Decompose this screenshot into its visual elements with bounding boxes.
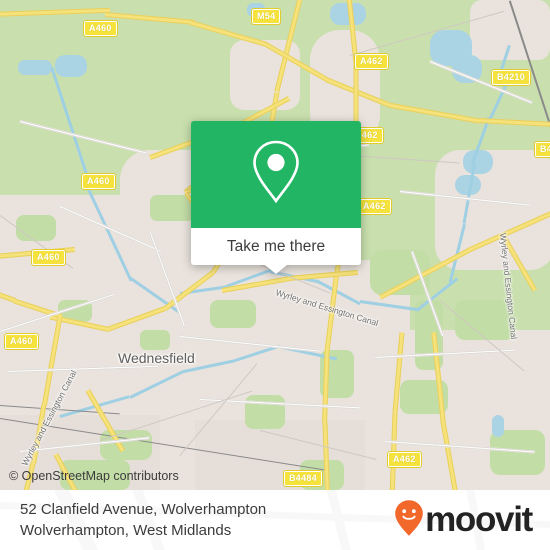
footer-bar: 52 Clanfield Avenue, Wolverhampton Wolve… (0, 490, 550, 550)
moovit-logo[interactable]: moovit (394, 499, 533, 542)
road-shield-b4210[interactable]: B4210 (490, 69, 532, 86)
water-lake (463, 150, 493, 174)
road-shield-a462-4[interactable]: A462 (387, 451, 422, 468)
road-shield-b4-cut[interactable]: B4 (533, 141, 550, 158)
road-shield-a462-1[interactable]: A462 (354, 53, 389, 70)
road-shield-b4484[interactable]: B4484 (282, 470, 324, 487)
osm-attribution[interactable]: © OpenStreetMap contributors (9, 469, 179, 483)
road-shield-a460-2[interactable]: A460 (81, 173, 116, 190)
water-lake (18, 60, 52, 75)
road-shield-a462-3[interactable]: A462 (357, 198, 392, 215)
place-label-wednesfield: Wednesfield (118, 350, 195, 366)
popup-header (191, 121, 361, 228)
road-shield-a460-1[interactable]: A460 (83, 20, 118, 37)
park-area (16, 215, 56, 241)
water-lake (55, 55, 87, 77)
popup-action-bar[interactable]: Take me there (191, 228, 361, 265)
road-shield-a460-4[interactable]: A460 (4, 333, 39, 350)
address-block: 52 Clanfield Avenue, Wolverhampton Wolve… (20, 499, 266, 541)
park-area (210, 300, 256, 328)
footer-content: 52 Clanfield Avenue, Wolverhampton Wolve… (0, 490, 550, 550)
map-popup-card[interactable]: Take me there (191, 121, 361, 274)
address-line-2: Wolverhampton, West Midlands (20, 522, 232, 539)
take-me-there-label[interactable]: Take me there (227, 238, 325, 256)
map-pin-icon (249, 138, 303, 211)
popup-pointer (265, 265, 287, 274)
moovit-pin-icon (394, 499, 424, 542)
landuse-urban (470, 0, 550, 60)
road-shield-m54[interactable]: M54 (250, 8, 282, 25)
app-screen: A460 A460 A460 A460 M54 A462 B4210 A462 … (0, 0, 550, 550)
address-line-1: 52 Clanfield Avenue, Wolverhampton (20, 501, 267, 518)
landuse-urban (435, 150, 550, 270)
water-lake (492, 415, 504, 437)
road-shield-a460-3[interactable]: A460 (31, 249, 66, 266)
moovit-wordmark: moovit (425, 500, 533, 539)
park-area (140, 330, 170, 350)
